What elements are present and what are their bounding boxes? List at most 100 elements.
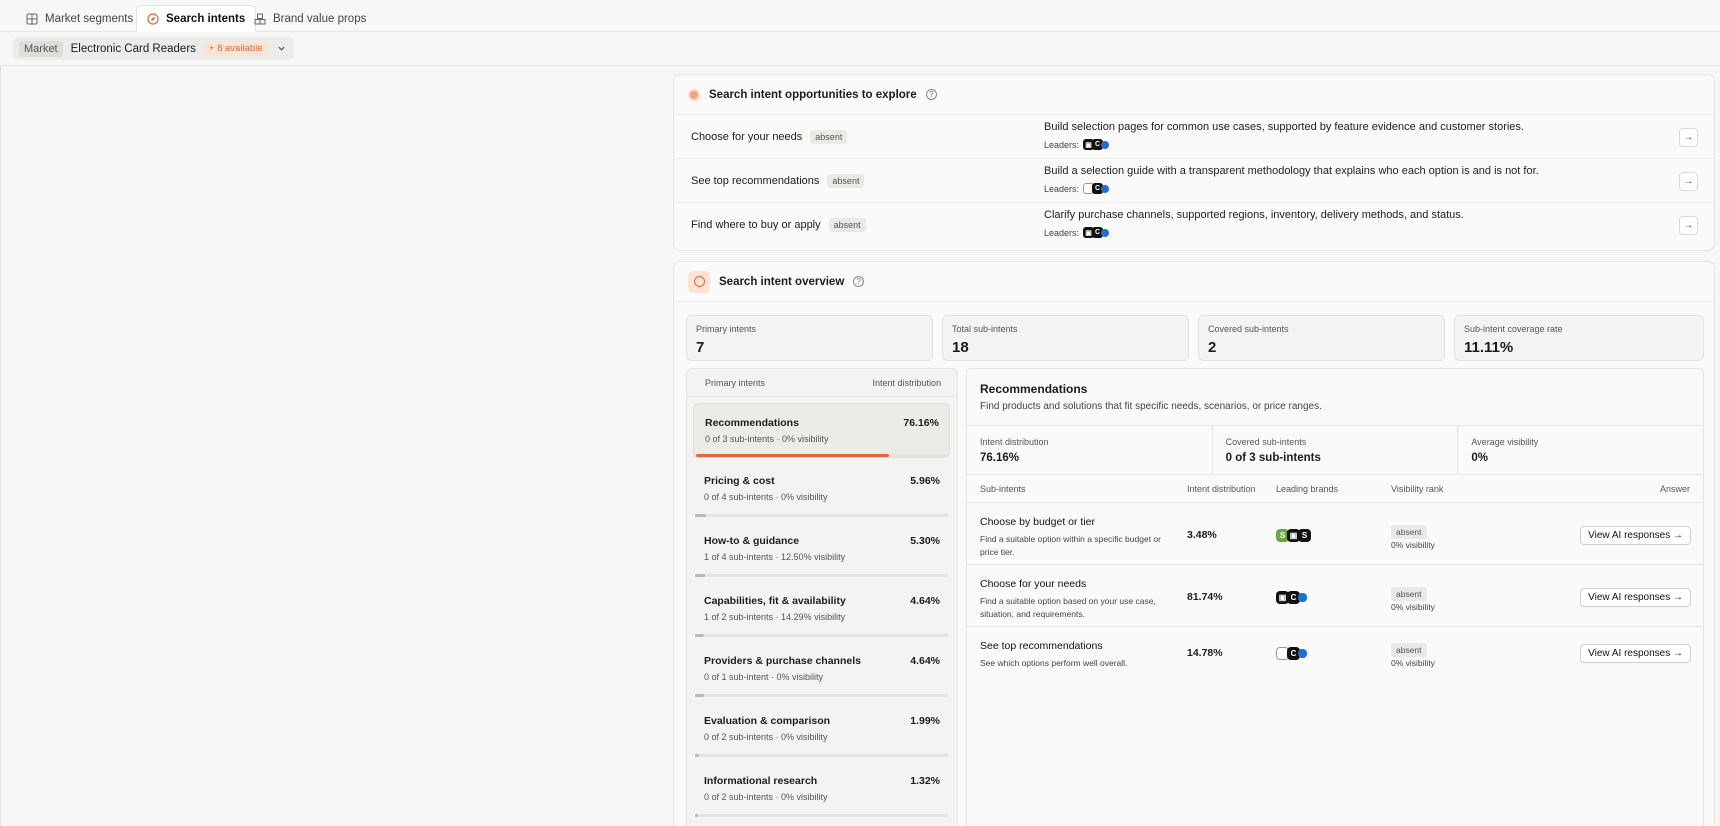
opportunity-name: See top recommendations bbox=[691, 175, 820, 187]
opportunity-row[interactable]: See top recommendations absent Build a se… bbox=[674, 159, 1714, 203]
visibility-rank: absent bbox=[1391, 586, 1427, 601]
stat-card: Covered sub-intents 2 bbox=[1198, 315, 1445, 361]
cubes-icon bbox=[254, 13, 266, 24]
stat-label: Average visibility bbox=[1471, 437, 1539, 447]
tab-market-segments[interactable]: Market segments bbox=[16, 5, 143, 32]
distribution-bar bbox=[695, 754, 948, 757]
arrow-right-icon[interactable]: → bbox=[1679, 216, 1698, 235]
distribution-bar bbox=[695, 634, 948, 637]
opportunity-row[interactable]: Choose for your needs absent Build select… bbox=[674, 115, 1714, 159]
stripe-logo-icon: S bbox=[1298, 529, 1311, 542]
leaders-label: Leaders: bbox=[1044, 227, 1080, 238]
status-badge: absent bbox=[1391, 587, 1427, 601]
intent-percentage: 4.64% bbox=[910, 655, 940, 667]
chevron-down-icon bbox=[278, 46, 285, 51]
opportunity-description: Build selection pages for common use cas… bbox=[1044, 121, 1524, 133]
primary-intent-item[interactable]: Providers & purchase channels 4.64% 0 of 1… bbox=[693, 642, 950, 697]
intent-name: How-to & guidance bbox=[704, 535, 800, 547]
distribution-bar bbox=[695, 694, 948, 697]
crosshair-icon bbox=[688, 270, 710, 293]
market-name: Electronic Card Readers bbox=[70, 42, 196, 55]
intent-summary: 1 of 4 sub-intents · 12.50% visibility bbox=[704, 552, 846, 562]
distribution-bar bbox=[695, 514, 948, 517]
intent-percentage: 1.99% bbox=[910, 715, 940, 727]
paypal-logo-icon bbox=[1298, 593, 1307, 602]
overview-card: Search intent overview ? Primary intents… bbox=[673, 261, 1715, 826]
opportunities-title: Search intent opportunities to explore bbox=[709, 88, 917, 101]
sub-intent-distribution: 81.74% bbox=[1187, 591, 1223, 603]
opportunity-name-wrap: See top recommendations absent bbox=[691, 174, 865, 188]
intent-percentage: 1.32% bbox=[910, 775, 940, 787]
distribution-bar-fill bbox=[695, 514, 706, 517]
opportunity-row[interactable]: Find where to buy or apply absent Clarify… bbox=[674, 203, 1714, 247]
sub-intent-row: See top recommendations See which option… bbox=[967, 627, 1703, 683]
opportunities-card: Search intent opportunities to explore ?… bbox=[673, 74, 1715, 251]
intent-summary: 0 of 2 sub-intents · 0% visibility bbox=[704, 732, 828, 742]
opportunity-description: Build a selection guide with a transpare… bbox=[1044, 165, 1539, 177]
sub-intent-distribution: 3.48% bbox=[1187, 529, 1217, 541]
leader-logos: C bbox=[1083, 183, 1110, 194]
column-header: Answer bbox=[1659, 484, 1690, 494]
column-header: Visibility rank bbox=[1391, 484, 1444, 494]
stat-card: Sub-intent coverage rate 11.11% bbox=[1454, 315, 1704, 361]
primary-intents-header: Primary intents Intent distribution bbox=[687, 369, 957, 397]
intent-name: Pricing & cost bbox=[704, 475, 775, 487]
leading-brands: C bbox=[1276, 647, 1307, 660]
primary-intent-item[interactable]: How-to & guidance 5.30% 1 of 4 sub-intents… bbox=[693, 522, 950, 577]
sub-intent-name: See top recommendations bbox=[980, 640, 1103, 652]
market-select[interactable]: Market Electronic Card Readers + 8 avail… bbox=[13, 37, 294, 60]
status-badge: absent bbox=[828, 218, 866, 232]
detail-description: Find products and solutions that fit spe… bbox=[980, 401, 1322, 412]
leading-brands: ▣ C bbox=[1276, 591, 1307, 604]
status-badge: absent bbox=[1391, 525, 1427, 539]
tab-brand-value-props[interactable]: Brand value props bbox=[244, 5, 376, 32]
intent-name: Providers & purchase channels bbox=[704, 655, 861, 667]
view-ai-responses-button[interactable]: View AI responses → bbox=[1580, 588, 1691, 607]
help-icon[interactable]: ? bbox=[925, 89, 937, 100]
primary-intent-item[interactable]: Recommendations 76.16% 0 of 3 sub-intents … bbox=[693, 403, 950, 458]
opportunity-name: Find where to buy or apply bbox=[691, 219, 821, 231]
visibility-text: 0% visibility bbox=[1391, 540, 1435, 550]
sub-intent-description: See which options perform well overall. bbox=[980, 658, 1128, 668]
stat-label: Sub-intent coverage rate bbox=[1464, 324, 1563, 334]
target-dot-icon bbox=[688, 88, 700, 101]
leaders: Leaders: C bbox=[1044, 183, 1110, 194]
help-icon[interactable]: ? bbox=[853, 276, 865, 287]
tab-search-intents[interactable]: Search intents bbox=[136, 5, 257, 32]
stat-label: Intent distribution bbox=[980, 437, 1049, 447]
stat-value: 76.16% bbox=[980, 452, 1020, 464]
distribution-bar bbox=[695, 814, 948, 817]
paypal-logo-icon bbox=[1101, 184, 1110, 193]
stat-value: 18 bbox=[952, 339, 969, 356]
stat-label: Total sub-intents bbox=[952, 324, 1018, 334]
intent-summary: 0 of 1 sub-intent · 0% visibility bbox=[704, 672, 824, 682]
intent-summary: 0 of 4 sub-intents · 0% visibility bbox=[704, 492, 828, 502]
stat-label: Primary intents bbox=[696, 324, 757, 334]
market-tag: Market bbox=[19, 40, 63, 57]
leaders-label: Leaders: bbox=[1044, 183, 1080, 194]
distribution-bar-fill bbox=[695, 634, 704, 637]
available-badge: + 8 available bbox=[203, 41, 268, 56]
column-header: Primary intents bbox=[705, 377, 766, 388]
stat-value: 0% bbox=[1471, 452, 1488, 464]
overview-title: Search intent overview bbox=[719, 275, 845, 288]
status-badge: absent bbox=[810, 130, 848, 144]
view-ai-responses-button[interactable]: View AI responses → bbox=[1580, 644, 1691, 663]
opportunities-header: Search intent opportunities to explore ? bbox=[674, 75, 1714, 115]
stat-value: 11.11% bbox=[1464, 339, 1514, 356]
arrow-right-icon[interactable]: → bbox=[1679, 172, 1698, 191]
visibility-rank: absent bbox=[1391, 642, 1427, 657]
intent-name: Capabilities, fit & availability bbox=[704, 595, 846, 607]
primary-intent-item[interactable]: Informational research 1.32% 0 of 2 sub-in… bbox=[693, 762, 950, 817]
stat-value: 2 bbox=[1208, 339, 1217, 356]
arrow-right-icon[interactable]: → bbox=[1679, 128, 1698, 147]
view-ai-responses-button[interactable]: View AI responses → bbox=[1580, 526, 1691, 545]
distribution-bar-fill bbox=[695, 814, 698, 817]
detail-stat: Average visibility 0% bbox=[1458, 426, 1703, 474]
primary-intent-item[interactable]: Evaluation & comparison 1.99% 0 of 2 sub-i… bbox=[693, 702, 950, 757]
leading-brands: S ▣ S bbox=[1276, 529, 1311, 542]
primary-intent-item[interactable]: Pricing & cost 5.96% 0 of 4 sub-intents · … bbox=[693, 462, 950, 517]
detail-stats: Intent distribution 76.16% Covered sub-in… bbox=[967, 425, 1703, 475]
opportunity-description: Clarify purchase channels, supported reg… bbox=[1044, 209, 1464, 221]
primary-intent-item[interactable]: Capabilities, fit & availability 4.64% 1 o… bbox=[693, 582, 950, 637]
